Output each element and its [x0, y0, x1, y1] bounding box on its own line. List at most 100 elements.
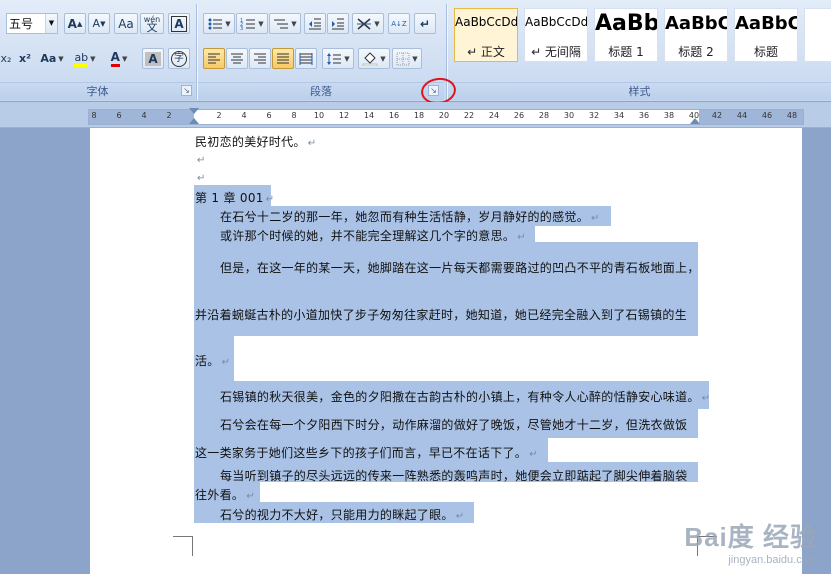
borders-icon [396, 52, 410, 65]
sort-icon: A↓Z [391, 19, 407, 28]
doc-line[interactable]: 石兮会在每一个夕阳西下时分，动作麻溜的做好了晚饭，尽管她才十二岁，但洗衣做饭 [220, 416, 687, 433]
paragraph-mark-icon: ↵ [246, 491, 255, 502]
watermark-url: jingyan.baidu.com [728, 554, 817, 566]
watermark-logo: Bai度 经验 [684, 522, 817, 552]
doc-line[interactable]: 往外看。 ↵ [195, 486, 255, 503]
style-title-tile[interactable]: AaBbC 标题 [734, 8, 798, 62]
enclose-char-button[interactable]: 字 [168, 48, 190, 69]
sort-button[interactable]: A↓Z [388, 13, 410, 34]
align-center-icon [231, 53, 243, 63]
shrink-arrow-icon: ▼ [100, 19, 106, 28]
increase-indent-icon [332, 18, 344, 29]
chevron-down-icon: ▼ [412, 54, 418, 63]
ruler-tick-label: 42 [711, 111, 723, 120]
doc-line[interactable]: 活。 ↵ [195, 352, 230, 369]
style-heading1-tile[interactable]: AaBb 标题 1 [594, 8, 658, 62]
ruler-tick-label: 14 [363, 111, 375, 120]
multilevel-list-button[interactable]: ▼ [269, 13, 301, 34]
multilevel-list-icon [274, 19, 289, 28]
justify-button[interactable] [272, 48, 294, 69]
right-indent-icon[interactable] [690, 118, 700, 124]
eraser-icon: Aa [118, 16, 134, 31]
subscript-button[interactable]: x₂ [0, 48, 12, 69]
paint-bucket-icon [363, 51, 378, 66]
line-spacing-icon [327, 52, 342, 65]
chinese-layout-button[interactable]: ▼ [352, 13, 384, 34]
char-border-button[interactable]: A [168, 13, 190, 34]
group-separator [196, 4, 197, 100]
char-shading-button[interactable]: A [142, 48, 164, 69]
ruler-tick-label: 6 [116, 111, 122, 120]
font-size-combo[interactable]: 五号 ▼ [6, 13, 58, 34]
grow-font-button[interactable]: A ▲ [64, 13, 86, 34]
doc-line[interactable]: 并沿着蜿蜒古朴的小道加快了步子匆匆往家赶时，她知道，她已经完全融入到了石锡镇的生 [195, 306, 687, 323]
clear-format-button[interactable]: Aa [114, 13, 138, 34]
first-line-indent-icon[interactable] [189, 108, 199, 114]
hanging-indent-icon[interactable] [189, 118, 199, 124]
doc-line[interactable]: 在石兮十二岁的那一年，她忽而有种生活恬静，岁月静好的的感觉。 ↵ [220, 208, 600, 225]
paragraph-mark-icon: ↵ [197, 173, 206, 184]
font-size-value: 五号 [9, 17, 34, 31]
paragraph-mark-icon: ↵ [591, 213, 600, 224]
style-heading2-tile[interactable]: AaBbC 标题 2 [664, 8, 728, 62]
shading-button[interactable]: ▼ [358, 48, 390, 69]
paragraph-mark-icon: ↵ [265, 194, 275, 205]
font-color-button[interactable]: A ▼ [104, 48, 134, 69]
highlight-button[interactable]: ab ▼ [70, 48, 100, 69]
style-no-spacing-tile[interactable]: AaBbCcDd ↵ 无间隔 [524, 8, 588, 62]
superscript-button[interactable]: x² [14, 48, 36, 69]
doc-line[interactable]: 或许那个时候的她，并不能完全理解这几个字的意思。 ↵ [220, 227, 526, 244]
phonetic-char-icon: 文 [146, 20, 158, 34]
align-left-button[interactable] [203, 48, 225, 69]
shrink-font-button[interactable]: A ▼ [88, 13, 110, 34]
ruler-tick-label: 32 [588, 111, 600, 120]
paragraph-mark-icon: ↵ [307, 138, 317, 149]
distributed-icon [299, 52, 313, 65]
phonetic-guide-button[interactable]: wén 文 [140, 13, 164, 34]
doc-line[interactable]: 这一类家务于她们这些乡下的孩子们而言，早已不在话下了。 ↵ [195, 444, 538, 461]
increase-indent-button[interactable] [327, 13, 349, 34]
ruler-tick-label: 24 [488, 111, 500, 120]
ruler-tick-label: 8 [91, 111, 97, 120]
bullets-button[interactable]: ▼ [203, 13, 235, 34]
grow-arrow-icon: ▲ [76, 19, 83, 28]
ruler-tick-label: 2 [166, 111, 172, 120]
align-right-icon [254, 53, 266, 63]
show-marks-button[interactable]: ↵ [414, 13, 436, 34]
align-right-button[interactable] [249, 48, 271, 69]
styles-group-label: 样式 [448, 82, 831, 100]
line-spacing-button[interactable]: ▼ [322, 48, 354, 69]
ruler-tick-label: 28 [538, 111, 550, 120]
font-dialog-launcher-icon[interactable]: ↘ [181, 85, 192, 96]
chinese-layout-icon [357, 17, 372, 30]
ruler-tick-label: 12 [338, 111, 350, 120]
doc-line[interactable]: 第 1 章 001 ↵ [195, 189, 274, 206]
doc-line[interactable]: 但是，在这一年的某一天，她脚踏在这一片每天都需要路过的凹凸不平的青石板地面上， [220, 259, 700, 276]
ruler-tick-label: 4 [141, 111, 147, 120]
style-more-tile[interactable] [804, 8, 831, 62]
ruler-tick-label: 26 [513, 111, 525, 120]
paragraph-group: ▼ 123 ▼ ▼ ▼ A↓Z ↵ ▼ ▼ ▼ 段落 ↘ [198, 0, 444, 102]
ruler-tick-label: 18 [413, 111, 425, 120]
change-case-button[interactable]: Aa ▼ [38, 48, 66, 69]
borders-button[interactable]: ▼ [392, 48, 422, 69]
ruler-tick-label: 44 [736, 111, 748, 120]
doc-line[interactable]: 每当听到镇子的尽头远远的传来一阵熟悉的轰鸣声时，她便会立即踮起了脚尖伸着脑袋 [220, 467, 687, 484]
doc-line[interactable]: 石兮的视力不大好，只能用力的眯起了眼。 ↵ [220, 506, 464, 523]
doc-line[interactable]: 石锡镇的秋天很美，金色的夕阳撒在古韵古朴的小镇上，有种令人心醉的恬静安心味道。 ↵ [220, 388, 710, 405]
style-normal-tile[interactable]: AaBbCcDd ↵ 正文 [454, 8, 518, 62]
ruler-tick-label: 4 [241, 111, 247, 120]
styles-group: AaBbCcDd ↵ 正文 AaBbCcDd ↵ 无间隔 AaBb 标题 1 A… [448, 0, 831, 102]
numbering-button[interactable]: 123 ▼ [236, 13, 268, 34]
distributed-button[interactable] [295, 48, 317, 69]
decrease-indent-button[interactable] [304, 13, 326, 34]
doc-line[interactable]: 民初恋的美好时代。 ↵ [195, 133, 316, 150]
align-center-button[interactable] [226, 48, 248, 69]
doc-line[interactable]: ↵ [195, 152, 206, 166]
ruler-tick-label: 10 [313, 111, 325, 120]
chevron-down-icon[interactable]: ▼ [45, 14, 57, 33]
doc-line[interactable]: ↵ [195, 170, 206, 184]
ruler-tick-label: 36 [638, 111, 650, 120]
ruler-tick-label: 38 [663, 111, 675, 120]
ruler-tick-label: 30 [563, 111, 575, 120]
